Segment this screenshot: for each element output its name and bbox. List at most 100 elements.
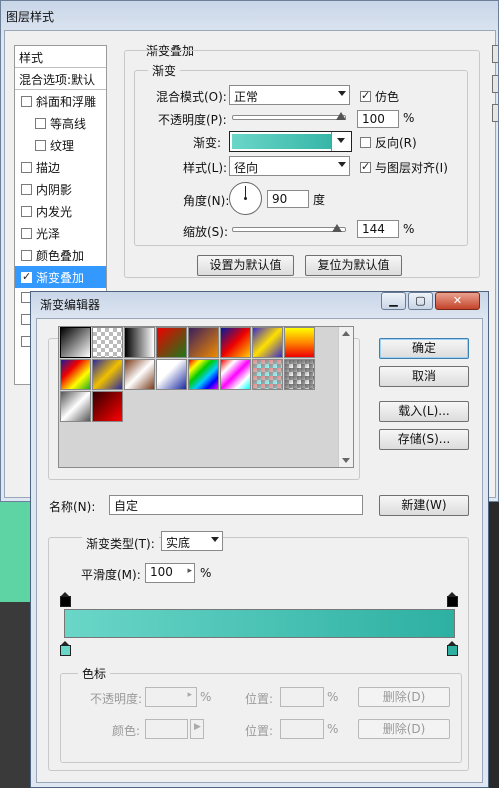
style-item[interactable]: 描边 bbox=[15, 156, 106, 178]
align-label: 与图层对齐(I) bbox=[375, 161, 448, 175]
side-button[interactable] bbox=[492, 75, 498, 93]
preset-swatch[interactable] bbox=[60, 327, 91, 358]
checkbox-icon[interactable] bbox=[21, 184, 32, 195]
angle-input[interactable]: 90 bbox=[267, 190, 309, 208]
preset-swatch[interactable] bbox=[156, 359, 187, 390]
stop-opacity-input: ▸ bbox=[145, 687, 197, 707]
align-checkbox[interactable]: 与图层对齐(I) bbox=[360, 159, 448, 176]
maximize-button[interactable]: ▢ bbox=[408, 292, 433, 310]
close-button[interactable]: ✕ bbox=[435, 292, 480, 310]
preset-swatch[interactable] bbox=[156, 327, 187, 358]
angle-dial-center bbox=[244, 197, 247, 200]
color-stops-label: 色标 bbox=[78, 665, 111, 682]
preset-swatch[interactable] bbox=[284, 327, 315, 358]
opacity-location-input bbox=[280, 687, 324, 707]
preset-swatch[interactable] bbox=[92, 391, 123, 422]
scale-input[interactable]: 144 bbox=[357, 220, 399, 238]
make-default-button[interactable]: 设置为默认值 bbox=[197, 255, 294, 276]
reset-default-button[interactable]: 复位为默认值 bbox=[305, 255, 402, 276]
scale-slider[interactable] bbox=[232, 227, 346, 232]
preset-swatch[interactable] bbox=[60, 391, 91, 422]
name-input[interactable]: 自定 bbox=[109, 495, 363, 515]
opacity-slider-thumb[interactable] bbox=[336, 112, 346, 120]
side-button[interactable] bbox=[492, 104, 498, 122]
style-item[interactable]: 内阴影 bbox=[15, 178, 106, 200]
stop-opacity-unit: % bbox=[200, 690, 212, 704]
style-item[interactable]: 内发光 bbox=[15, 200, 106, 222]
gradient-type-select[interactable]: 实底 bbox=[161, 531, 223, 551]
style-select[interactable]: 径向 bbox=[229, 156, 350, 176]
preset-swatch[interactable] bbox=[252, 327, 283, 358]
style-item[interactable]: 颜色叠加 bbox=[15, 244, 106, 266]
maximize-icon: ▢ bbox=[415, 294, 426, 307]
smoothness-input[interactable]: 100 ▸ bbox=[145, 563, 195, 583]
dither-label: 仿色 bbox=[375, 90, 400, 104]
color-stop-left[interactable] bbox=[60, 641, 71, 656]
preset-swatch[interactable] bbox=[284, 359, 315, 390]
style-item-label: 斜面和浮雕 bbox=[36, 95, 97, 109]
scroll-up-icon[interactable] bbox=[342, 331, 350, 336]
preset-swatch[interactable] bbox=[92, 359, 123, 390]
checkbox-icon[interactable] bbox=[35, 140, 46, 151]
style-item-label: 等高线 bbox=[50, 117, 87, 131]
preset-swatch[interactable] bbox=[188, 359, 219, 390]
ok-button[interactable]: 确定 bbox=[379, 338, 469, 359]
scale-label: 缩放(S): bbox=[183, 225, 229, 239]
preset-swatch[interactable] bbox=[60, 359, 91, 390]
minimize-icon: ▁ bbox=[389, 294, 398, 307]
styles-header[interactable]: 样式 bbox=[15, 46, 106, 68]
preset-swatch[interactable] bbox=[92, 327, 123, 358]
opacity-slider[interactable] bbox=[232, 115, 346, 120]
style-item[interactable]: 斜面和浮雕 bbox=[15, 90, 106, 112]
gradient-label: 渐变: bbox=[193, 136, 222, 150]
style-item[interactable]: 光泽 bbox=[15, 222, 106, 244]
opacity-location-label: 位置: bbox=[245, 692, 274, 706]
side-button[interactable] bbox=[492, 45, 498, 63]
checkbox-icon[interactable] bbox=[21, 162, 32, 173]
angle-dial[interactable] bbox=[229, 182, 262, 215]
preset-swatch[interactable] bbox=[220, 359, 251, 390]
checkbox-icon[interactable] bbox=[21, 206, 32, 217]
stop-color-swatch bbox=[145, 719, 188, 739]
preset-swatch[interactable] bbox=[188, 327, 219, 358]
chevron-down-icon bbox=[211, 537, 219, 542]
reverse-checkbox[interactable]: 反向(R) bbox=[360, 134, 417, 151]
checkbox-icon[interactable] bbox=[21, 250, 32, 261]
checkbox-icon[interactable] bbox=[35, 118, 46, 129]
stop-swatch bbox=[60, 645, 71, 656]
opacity-stop-right[interactable] bbox=[447, 592, 458, 607]
color-stop-right[interactable] bbox=[447, 641, 458, 656]
preset-swatch[interactable] bbox=[124, 327, 155, 358]
load-button[interactable]: 载入(L)... bbox=[379, 401, 469, 422]
blend-mode-select[interactable]: 正常 bbox=[229, 85, 350, 105]
checkbox-icon[interactable] bbox=[21, 96, 32, 107]
dither-checkbox[interactable]: 仿色 bbox=[360, 88, 399, 105]
chevron-right-icon: ▶ bbox=[194, 722, 201, 732]
blend-options-item[interactable]: 混合选项:默认 bbox=[15, 68, 106, 90]
cancel-button[interactable]: 取消 bbox=[379, 366, 469, 387]
stop-color-label: 颜色: bbox=[112, 724, 141, 738]
save-button[interactable]: 存储(S)... bbox=[379, 429, 469, 450]
style-value: 径向 bbox=[234, 161, 259, 175]
preset-swatch[interactable] bbox=[252, 359, 283, 390]
gradient-dropdown-button[interactable] bbox=[331, 132, 351, 151]
preset-swatch[interactable] bbox=[124, 359, 155, 390]
checkbox-icon[interactable] bbox=[21, 270, 32, 283]
style-item[interactable]: 渐变叠加 bbox=[15, 266, 106, 288]
style-item[interactable]: 纹理 bbox=[15, 134, 106, 156]
gradient-group-title: 渐变 bbox=[148, 62, 181, 79]
opacity-stop-left[interactable] bbox=[60, 592, 71, 607]
new-button[interactable]: 新建(W) bbox=[379, 495, 469, 516]
minimize-button[interactable]: ▁ bbox=[381, 292, 406, 310]
preset-swatch[interactable] bbox=[220, 327, 251, 358]
gradient-type-value: 实底 bbox=[166, 536, 191, 550]
gradient-bar[interactable] bbox=[64, 609, 455, 638]
checkbox-icon[interactable] bbox=[21, 228, 32, 239]
opacity-input[interactable]: 100 bbox=[357, 110, 399, 128]
chevron-right-icon[interactable]: ▸ bbox=[187, 566, 192, 576]
style-item[interactable]: 等高线 bbox=[15, 112, 106, 134]
scroll-down-icon[interactable] bbox=[342, 458, 350, 463]
preset-scrollbar[interactable] bbox=[338, 327, 353, 467]
scale-slider-thumb[interactable] bbox=[332, 224, 342, 232]
chevron-down-icon bbox=[337, 138, 345, 143]
